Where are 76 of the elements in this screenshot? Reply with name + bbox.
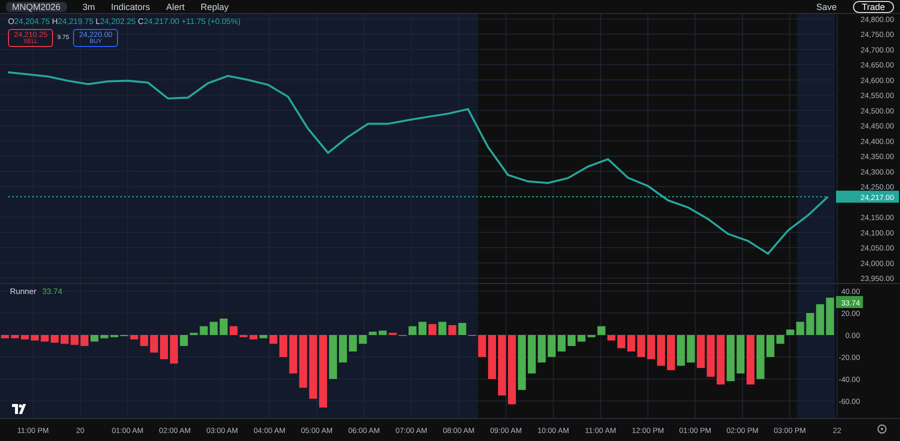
histogram-bar <box>110 335 118 338</box>
histogram-bar <box>50 335 59 343</box>
histogram-bar <box>60 335 69 344</box>
interval-button[interactable]: 3m <box>82 2 96 12</box>
histogram-bar <box>548 335 556 357</box>
histogram-bar <box>578 335 586 342</box>
histogram-bar <box>130 335 138 340</box>
histogram-bar <box>10 335 19 338</box>
logo-icon <box>12 404 28 414</box>
histogram-bar <box>627 335 636 352</box>
histogram-bar <box>488 335 496 379</box>
histogram-bar <box>240 335 248 338</box>
save-status[interactable]: Save <box>816 2 837 12</box>
histogram-bar <box>637 335 646 357</box>
toolbar-button[interactable]: Alert <box>166 2 185 12</box>
histogram-bar <box>736 335 745 374</box>
histogram-bar <box>617 335 626 348</box>
histogram-bar <box>746 335 754 384</box>
histogram-bar <box>478 335 486 357</box>
histogram-bar <box>588 335 596 338</box>
histogram-bar <box>528 335 536 374</box>
indicator-name: Runner <box>10 287 36 296</box>
histogram-bar <box>388 332 397 335</box>
histogram-bar <box>150 335 158 353</box>
histogram-bar <box>299 335 308 388</box>
histogram-bar <box>498 335 506 396</box>
histogram-bar <box>756 335 764 379</box>
histogram-bar <box>70 335 79 345</box>
trade-button[interactable]: Trade <box>852 0 894 12</box>
toolbar-button[interactable]: Indicators <box>111 2 150 12</box>
histogram-bar <box>80 335 88 346</box>
histogram-bar <box>538 335 546 362</box>
histogram-bar <box>100 335 108 338</box>
histogram-bar <box>558 335 566 352</box>
histogram-bar <box>190 332 198 335</box>
histogram-bar <box>568 335 576 346</box>
indicator-value: 33.74 <box>42 287 62 296</box>
histogram-bar <box>508 335 516 404</box>
histogram-bar <box>250 335 258 340</box>
histogram-bar <box>30 335 39 340</box>
histogram-bar <box>378 330 387 335</box>
histogram-bar <box>368 332 377 335</box>
histogram-bar <box>259 335 268 338</box>
histogram-bar <box>766 335 774 357</box>
histogram-bar <box>418 322 426 335</box>
histogram-bar <box>786 330 794 335</box>
ohlc-legend: O24,204.75 H24,219.75 L24,202.25 C24,217.00 +11.75 (+0.05%) <box>8 17 241 26</box>
histogram-bar <box>657 335 665 366</box>
histogram-bar <box>726 335 735 382</box>
histogram-bar <box>676 335 685 366</box>
histogram-bar <box>796 322 804 335</box>
histogram-bar <box>607 335 616 340</box>
settings-icon[interactable] <box>877 424 887 434</box>
histogram-bar <box>518 335 526 390</box>
histogram-bar <box>647 335 656 360</box>
histogram-bar <box>826 298 834 335</box>
histogram-bar <box>686 335 695 362</box>
histogram-bar <box>716 335 725 384</box>
histogram-bar <box>20 335 29 340</box>
histogram-bar <box>696 335 705 368</box>
histogram-bar <box>806 313 814 335</box>
histogram-bar <box>140 335 148 346</box>
toolbar-button[interactable]: Replay <box>200 2 229 12</box>
histogram-bar <box>667 335 675 370</box>
symbol-button[interactable]: MNQM2026 <box>6 2 67 12</box>
histogram-bar <box>597 326 606 335</box>
histogram-bar <box>408 326 416 335</box>
histogram-bar <box>309 335 318 399</box>
histogram-bar <box>329 335 337 379</box>
histogram-bar <box>1 335 9 338</box>
histogram-bar <box>220 318 228 335</box>
histogram-bar <box>160 335 168 360</box>
histogram-bar <box>230 326 238 335</box>
histogram-bar <box>706 335 715 377</box>
histogram-bar <box>816 304 824 335</box>
histogram-bar <box>776 335 784 344</box>
